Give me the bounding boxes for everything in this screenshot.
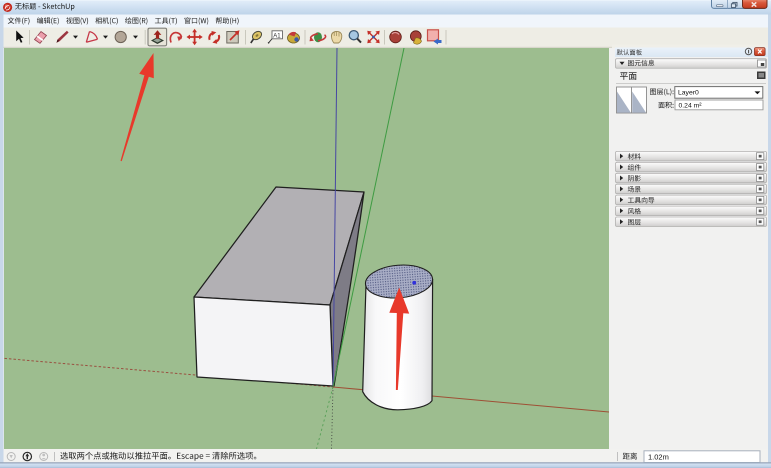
svg-text:0.24 m²: 0.24 m²	[679, 102, 703, 109]
svg-text:A1: A1	[273, 33, 281, 39]
svg-text:Layer0: Layer0	[678, 90, 699, 97]
svg-text:1.02m: 1.02m	[648, 452, 669, 461]
